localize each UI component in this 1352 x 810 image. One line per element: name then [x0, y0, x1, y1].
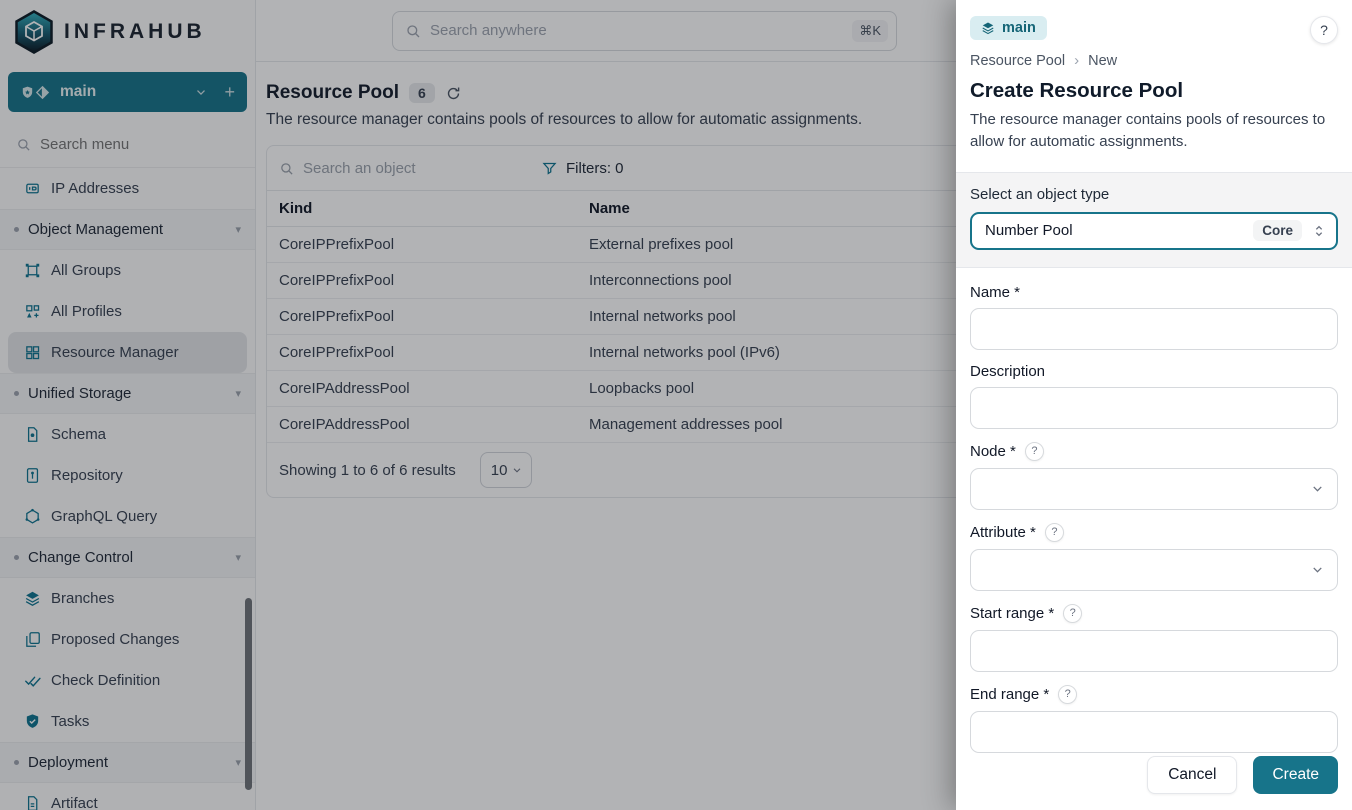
attribute-select[interactable]	[970, 549, 1338, 591]
chevron-up-down-icon	[1311, 223, 1327, 239]
node-select[interactable]	[970, 468, 1338, 510]
breadcrumb-parent[interactable]: Resource Pool	[970, 53, 1065, 69]
core-badge: Core	[1253, 220, 1302, 241]
create-resource-pool-drawer: main ? Resource Pool › New Create Resour…	[956, 0, 1352, 810]
object-type-select[interactable]: Number Pool Core	[970, 212, 1338, 250]
help-icon[interactable]: ?	[1025, 442, 1044, 461]
help-icon[interactable]: ?	[1058, 685, 1077, 704]
end-range-field[interactable]	[970, 711, 1338, 753]
create-form: Name * Description Node * ? Attribute *	[956, 268, 1352, 753]
object-type-label: Select an object type	[970, 186, 1338, 203]
help-icon[interactable]: ?	[1063, 604, 1082, 623]
description-field[interactable]	[970, 387, 1338, 429]
field-label-start-range: Start range *	[970, 605, 1054, 622]
help-button[interactable]: ?	[1310, 16, 1338, 44]
object-type-value: Number Pool	[985, 222, 1253, 239]
drawer-title: Create Resource Pool	[970, 79, 1338, 103]
modal-overlay[interactable]	[0, 0, 956, 810]
help-icon[interactable]: ?	[1045, 523, 1064, 542]
chevron-right-icon: ›	[1074, 52, 1079, 69]
start-range-field[interactable]	[970, 630, 1338, 672]
chevron-down-icon	[1310, 562, 1325, 577]
field-label-attribute: Attribute *	[970, 524, 1036, 541]
field-label-node: Node *	[970, 443, 1016, 460]
breadcrumb-current: New	[1088, 53, 1117, 69]
field-label-end-range: End range *	[970, 686, 1049, 703]
object-type-section: Select an object type Number Pool Core	[956, 172, 1352, 268]
name-field[interactable]	[970, 308, 1338, 350]
create-button[interactable]: Create	[1253, 756, 1338, 794]
drawer-description: The resource manager contains pools of r…	[970, 109, 1338, 153]
breadcrumb: Resource Pool › New	[970, 52, 1338, 69]
field-label-name: Name *	[970, 284, 1020, 301]
chevron-down-icon	[1310, 481, 1325, 496]
cancel-button[interactable]: Cancel	[1147, 756, 1237, 794]
branch-badge-label: main	[1002, 20, 1036, 36]
branch-badge: main	[970, 16, 1047, 40]
field-label-description: Description	[970, 363, 1045, 380]
